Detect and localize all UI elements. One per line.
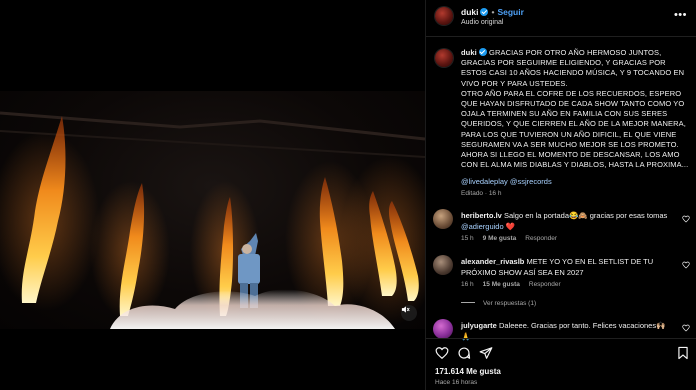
reply-button[interactable]: Responder (525, 235, 557, 242)
post-details-panel: duki • Seguir Audio original ••• duki GRAC… (425, 0, 696, 390)
edited-timestamp: Editado · 16 h (461, 190, 502, 197)
post-caption: duki GRACIAS POR OTRO AÑO HERMOSO JUNTOS… (461, 48, 691, 170)
heart-icon[interactable] (682, 215, 690, 223)
comment-text: heriberto.lv Salgo en la portada😂🙈 graci… (461, 211, 676, 232)
comment-time: 15 h (461, 235, 474, 242)
speaker-muted-icon (401, 306, 410, 313)
caption-mentions: @livedaleplay @ssjrecords (461, 177, 552, 186)
comment-meta: 15 h 9 Me gusta Responder (461, 235, 566, 242)
comment-username[interactable]: julyugarte (461, 321, 497, 330)
comment-icon[interactable] (457, 346, 471, 360)
caption-paragraph-2: OTRO AÑO PARA EL COFRE DE LOS RECUERDOS,… (461, 88, 689, 170)
follow-button[interactable]: Seguir (497, 7, 523, 17)
comment-body: Salgo en la portada😂🙈 gracias por esas t… (503, 211, 668, 220)
post-timestamp: Hace 16 horas (435, 379, 478, 386)
post-header: duki • Seguir Audio original ••• (426, 0, 696, 37)
caption-paragraph-1: GRACIAS POR OTRO AÑO HERMOSO JUNTOS, GRA… (461, 48, 685, 88)
comment-time: 16 h (461, 281, 474, 288)
share-icon[interactable] (479, 346, 493, 360)
bookmark-icon[interactable] (676, 346, 690, 360)
verified-badge-icon (480, 8, 489, 16)
concert-video[interactable] (0, 91, 425, 329)
more-options-button[interactable]: ••• (674, 9, 687, 21)
heart-emoji: ❤️ (505, 221, 516, 231)
mention-link[interactable]: @ssjrecords (510, 177, 552, 186)
heart-icon[interactable] (682, 261, 690, 269)
heart-icon[interactable] (682, 324, 690, 332)
likes-count[interactable]: 171.614 Me gusta (435, 367, 501, 376)
audio-link[interactable]: Audio original (461, 19, 503, 26)
caption-username[interactable]: duki (461, 48, 477, 57)
comment-likes[interactable]: 15 Me gusta (483, 281, 520, 288)
more-horizontal-icon: ••• (673, 9, 687, 21)
comment-meta: 16 h 15 Me gusta Responder (461, 281, 570, 288)
view-replies-button[interactable]: Ver respuestas (1) (461, 300, 536, 307)
commenter-avatar[interactable] (433, 255, 453, 275)
comment-username[interactable]: heriberto.lv (461, 211, 502, 220)
author-line: duki • Seguir (461, 7, 524, 17)
heart-icon[interactable] (435, 346, 449, 360)
comment-body: Daleeee. Gracias por tanto. Felices vaca… (498, 321, 666, 330)
commenter-avatar[interactable] (433, 209, 453, 229)
commenter-avatar[interactable] (433, 319, 453, 339)
concert-scene (0, 111, 425, 329)
reply-button[interactable]: Responder (529, 281, 561, 288)
post-actions-bar: 171.614 Me gusta Hace 16 horas (426, 338, 696, 390)
mention-link[interactable]: @livedaleplay (461, 177, 508, 186)
comment-likes[interactable]: 9 Me gusta (483, 235, 517, 242)
media-pane (0, 0, 425, 390)
author-avatar[interactable] (435, 7, 453, 25)
comment-text: alexander_rivaslb METE YO YO EN EL SETLI… (461, 257, 676, 278)
separator: • (491, 7, 495, 17)
mute-button[interactable] (401, 305, 417, 321)
author-username[interactable]: duki (461, 7, 478, 17)
mention-link[interactable]: @adierguido (461, 222, 504, 231)
comment-username[interactable]: alexander_rivaslb (461, 257, 524, 266)
caption-avatar[interactable] (435, 49, 453, 67)
verified-badge-icon (478, 48, 487, 56)
